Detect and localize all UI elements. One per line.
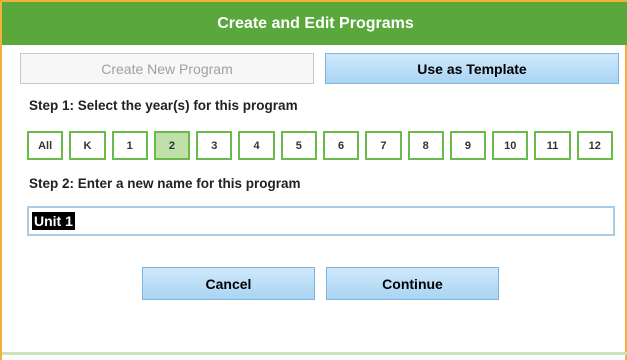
year-button-9[interactable]: 9: [449, 131, 487, 160]
year-button-11[interactable]: 11: [534, 131, 571, 160]
year-button-all[interactable]: All: [27, 131, 64, 160]
dialog-bottom-divider: [2, 352, 627, 355]
year-button-10[interactable]: 10: [492, 131, 529, 160]
program-name-input[interactable]: Unit 1: [27, 206, 615, 236]
year-button-4[interactable]: 4: [238, 131, 275, 160]
year-button-8[interactable]: 8: [407, 131, 444, 160]
year-button-5[interactable]: 5: [280, 131, 317, 160]
use-as-template-button[interactable]: Use as Template: [325, 53, 619, 84]
create-new-program-button[interactable]: Create New Program: [20, 53, 314, 84]
year-button-7[interactable]: 7: [365, 131, 402, 160]
continue-button[interactable]: Continue: [326, 267, 499, 300]
program-name-value: Unit 1: [32, 212, 75, 230]
year-selector: All K 1 2 3 4 5 6 7 8 9 10 11 12: [27, 131, 613, 160]
year-button-12[interactable]: 12: [576, 131, 613, 160]
dialog-title: Create and Edit Programs: [2, 0, 627, 45]
year-button-2[interactable]: 2: [153, 131, 191, 160]
year-button-k[interactable]: K: [69, 131, 106, 160]
cancel-button[interactable]: Cancel: [142, 267, 315, 300]
step1-label: Step 1: Select the year(s) for this prog…: [29, 98, 298, 113]
year-button-3[interactable]: 3: [196, 131, 233, 160]
step2-label: Step 2: Enter a new name for this progra…: [29, 176, 301, 191]
create-edit-programs-dialog: Create and Edit Programs Create New Prog…: [0, 0, 627, 360]
year-button-1[interactable]: 1: [111, 131, 148, 160]
year-button-6[interactable]: 6: [322, 131, 360, 160]
